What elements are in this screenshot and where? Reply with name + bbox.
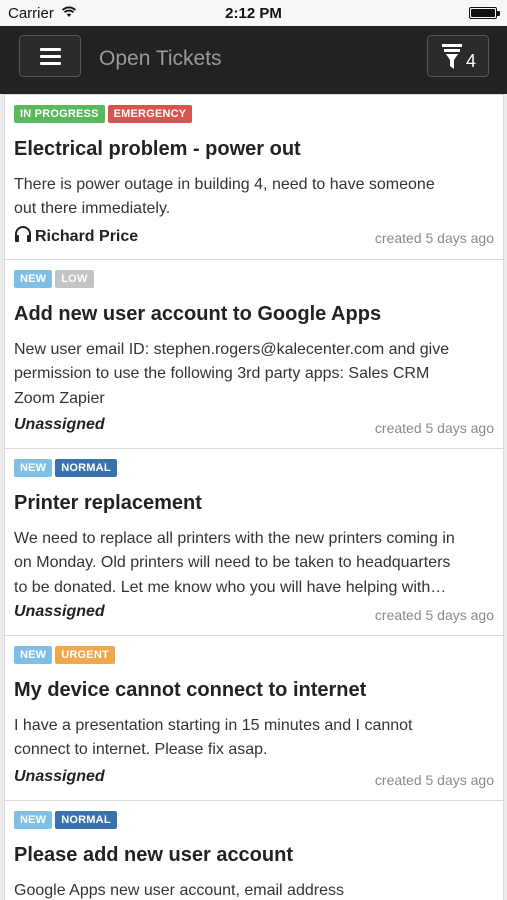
status-badge: NEW bbox=[14, 811, 53, 829]
ticket-title: Add new user account to Google Apps bbox=[14, 303, 382, 325]
headset-icon bbox=[15, 226, 31, 242]
battery-fill bbox=[471, 9, 495, 17]
ticket-description: We need to replace all printers with the… bbox=[14, 527, 496, 600]
description-line: connect to internet. Please fix asap. bbox=[14, 741, 268, 759]
description-line: Google Apps new user account, email addr… bbox=[14, 882, 344, 899]
status-bar: Carrier 2:12 PM bbox=[0, 0, 507, 26]
priority-badge: NORMAL bbox=[55, 811, 117, 829]
ticket-list[interactable]: IN PROGRESS EMERGENCY Electrical problem -… bbox=[0, 94, 507, 900]
description-line: on Monday. Old printers will need to be … bbox=[14, 554, 451, 572]
priority-badge: LOW bbox=[55, 270, 94, 288]
description-line: I have a presentation starting in 15 min… bbox=[14, 717, 413, 734]
ticket-badges: NEW NORMAL bbox=[14, 811, 120, 829]
ticket-description: I have a presentation starting in 15 min… bbox=[14, 714, 496, 763]
status-badge: NEW bbox=[14, 459, 53, 477]
ticket-description: There is power outage in building 4, nee… bbox=[14, 173, 496, 222]
ticket-badges: IN PROGRESS EMERGENCY bbox=[14, 105, 195, 123]
menu-button[interactable] bbox=[19, 35, 81, 77]
description-line: There is power outage in building 4, nee… bbox=[14, 176, 435, 193]
clock-time: 2:12 PM bbox=[225, 5, 282, 22]
created-time: created 5 days ago bbox=[374, 230, 494, 246]
ticket-title: My device cannot connect to internet bbox=[14, 679, 367, 701]
created-time: created 5 days ago bbox=[374, 607, 494, 623]
description-line: out there immediately. bbox=[14, 200, 171, 218]
priority-badge: EMERGENCY bbox=[107, 105, 193, 123]
ticket-assignee: Unassigned bbox=[14, 603, 105, 621]
ticket-badges: NEW URGENT bbox=[14, 646, 118, 664]
priority-badge: NORMAL bbox=[55, 459, 117, 477]
page-title: Open Tickets bbox=[99, 47, 222, 70]
ticket-assignee: Unassigned bbox=[14, 768, 105, 786]
description-line: Zoom Zapier bbox=[14, 389, 105, 407]
ticket-title: Printer replacement bbox=[14, 492, 202, 514]
ticket-card[interactable]: IN PROGRESS EMERGENCY Electrical problem -… bbox=[4, 94, 504, 260]
ticket-badges: NEW NORMAL bbox=[14, 459, 120, 477]
assignee-name: Unassigned bbox=[14, 768, 105, 785]
navbar: Open Tickets 4 bbox=[0, 26, 507, 94]
priority-badge: URGENT bbox=[55, 646, 115, 664]
description-line: We need to replace all printers with the… bbox=[14, 530, 455, 547]
ticket-title: Please add new user account bbox=[14, 844, 293, 866]
status-badge: NEW bbox=[14, 646, 53, 664]
status-badge: NEW bbox=[14, 270, 53, 288]
ticket-card[interactable]: NEW NORMAL Printer replacement We need to r… bbox=[4, 448, 504, 636]
ticket-card[interactable]: NEW LOW Add new user account to Google App… bbox=[4, 259, 504, 449]
filter-count-badge: 4 bbox=[466, 51, 477, 71]
assignee-name: Richard Price bbox=[35, 228, 139, 245]
ticket-card[interactable]: NEW URGENT My device cannot connect to int… bbox=[4, 635, 504, 801]
battery-icon bbox=[469, 7, 500, 19]
assignee-name: Unassigned bbox=[14, 416, 105, 433]
status-badge: IN PROGRESS bbox=[14, 105, 105, 123]
filter-funnel-icon bbox=[442, 44, 462, 69]
ticket-assignee: Richard Price bbox=[14, 226, 138, 246]
ticket-card[interactable]: NEW NORMAL Please add new user account Goog… bbox=[4, 800, 504, 900]
created-time: created 5 days ago bbox=[374, 772, 494, 788]
created-time: created 5 days ago bbox=[374, 420, 494, 436]
ticket-assignee: Unassigned bbox=[14, 416, 105, 434]
ticket-title: Electrical problem - power out bbox=[14, 138, 301, 160]
description-line: to be donated. Let me know who you will … bbox=[14, 578, 447, 596]
ticket-description: New user email ID: stephen.rogers@kalece… bbox=[14, 338, 496, 411]
description-line: New user email ID: stephen.rogers@kalece… bbox=[14, 341, 450, 358]
filter-button[interactable]: 4 bbox=[427, 35, 489, 77]
ticket-badges: NEW LOW bbox=[14, 270, 97, 288]
description-line: permission to use the following 3rd part… bbox=[14, 365, 430, 383]
assignee-name: Unassigned bbox=[14, 603, 105, 620]
ticket-description: Google Apps new user account, email addr… bbox=[14, 879, 496, 900]
